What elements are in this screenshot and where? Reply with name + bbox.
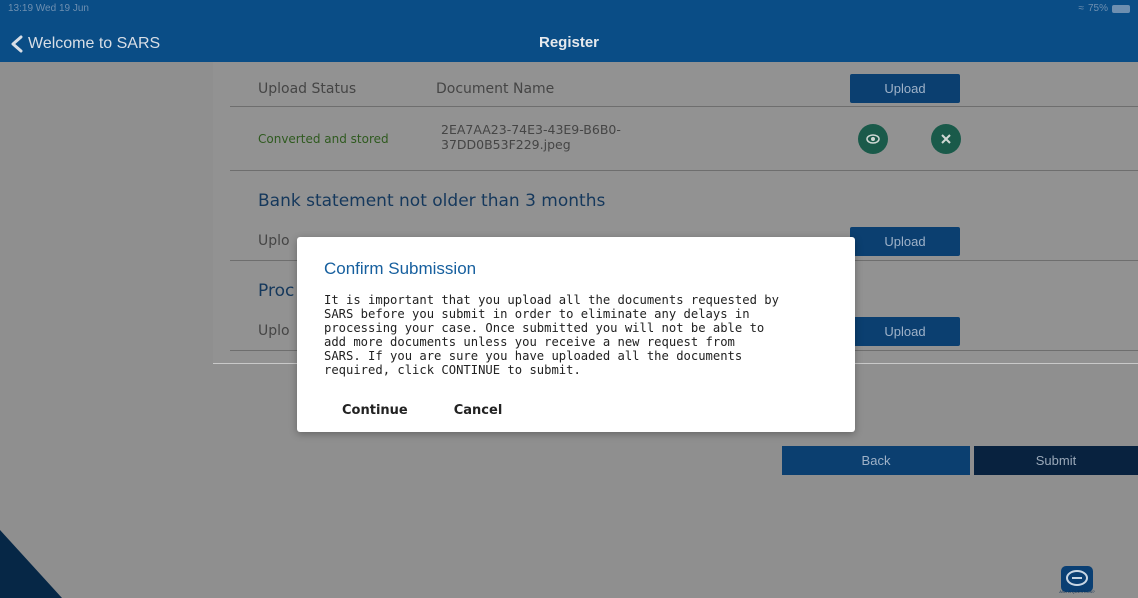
close-icon (941, 134, 951, 144)
column-header-upload-status: Upload Status (258, 81, 357, 97)
status-time: 13:19 Wed 19 Jun (8, 3, 89, 14)
continue-button[interactable]: Continue (342, 403, 408, 418)
bank-upload-status-label: Uplo (258, 233, 290, 249)
wifi-icon: ≈ (1078, 3, 1084, 14)
submit-button[interactable]: Submit (974, 446, 1138, 475)
battery-icon (1112, 4, 1130, 13)
page-title: Register (538, 34, 600, 51)
eye-icon (866, 134, 880, 144)
dialog-message-line: SARS. If you are sure you have uploaded … (324, 349, 743, 363)
dialog-message-line: add more documents unless you receive a … (324, 335, 735, 349)
bank-statement-section-title: Bank statement not older than 3 months (258, 191, 606, 211)
dialog-message-line: SARS before you submit in order to elimi… (324, 307, 750, 321)
upload-status-value: Converted and stored (258, 132, 389, 146)
dialog-message-line: required, click CONTINUE to submit. (324, 363, 581, 377)
document-name-line-1: 2EA7AA23-74E3-43E9-B6B0- (441, 122, 621, 137)
dialog-actions: Continue Cancel (342, 403, 502, 418)
view-document-button[interactable] (858, 124, 888, 154)
proof-section-title: Proc (258, 281, 295, 301)
dialog-message-line: processing your case. Once submitted you… (324, 321, 765, 335)
chat-help-label: ASK A QUESTION? (1059, 589, 1095, 594)
status-bar: 13:19 Wed 19 Jun ≈ 75% (0, 0, 1138, 26)
back-button[interactable]: Back (782, 446, 970, 475)
proof-upload-button[interactable]: Upload (850, 317, 960, 346)
proof-upload-status-label: Uplo (258, 323, 290, 339)
navigation-bar: Welcome to SARS Register (0, 26, 1138, 62)
dialog-title: Confirm Submission (324, 259, 477, 278)
divider (230, 170, 1138, 171)
cancel-button[interactable]: Cancel (454, 403, 503, 418)
battery-indicator: ≈ 75% (1078, 3, 1130, 14)
column-header-document-name: Document Name (436, 81, 555, 97)
battery-percent: 75% (1087, 3, 1108, 14)
bank-upload-button[interactable]: Upload (850, 227, 960, 256)
delete-document-button[interactable] (931, 124, 961, 154)
document-name: 2EA7AA23-74E3-43E9-B6B0- 37DD0B53F229.jp… (441, 122, 621, 152)
upload-button[interactable]: Upload (850, 74, 960, 103)
document-name-line-2: 37DD0B53F229.jpeg (441, 137, 571, 152)
decorative-corner-shape (0, 530, 62, 598)
divider (230, 106, 1138, 107)
dialog-message-line: It is important that you upload all the … (324, 293, 779, 307)
dialog-message: It is important that you upload all the … (324, 293, 834, 377)
confirm-submission-dialog: Confirm Submission It is important that … (297, 237, 855, 432)
